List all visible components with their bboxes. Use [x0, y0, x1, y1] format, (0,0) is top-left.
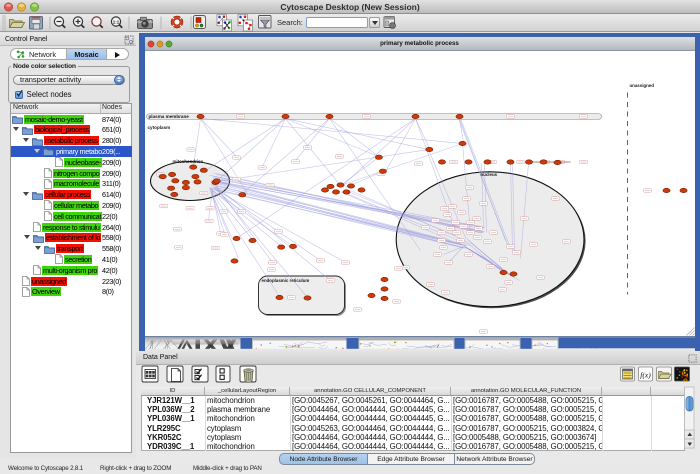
- svg-text:plasma membrane: plasma membrane: [148, 113, 189, 118]
- svg-text:unassigned: unassigned: [629, 83, 654, 88]
- svg-text:nucleus: nucleus: [480, 172, 497, 177]
- svg-text:cytoplasm: cytoplasm: [147, 125, 170, 130]
- svg-text:mitochondrion: mitochondrion: [172, 158, 203, 163]
- svg-text:1:1: 1:1: [113, 20, 120, 25]
- svg-text:endoplasmic reticulum: endoplasmic reticulum: [261, 278, 309, 283]
- svg-text:f(x): f(x): [640, 371, 651, 380]
